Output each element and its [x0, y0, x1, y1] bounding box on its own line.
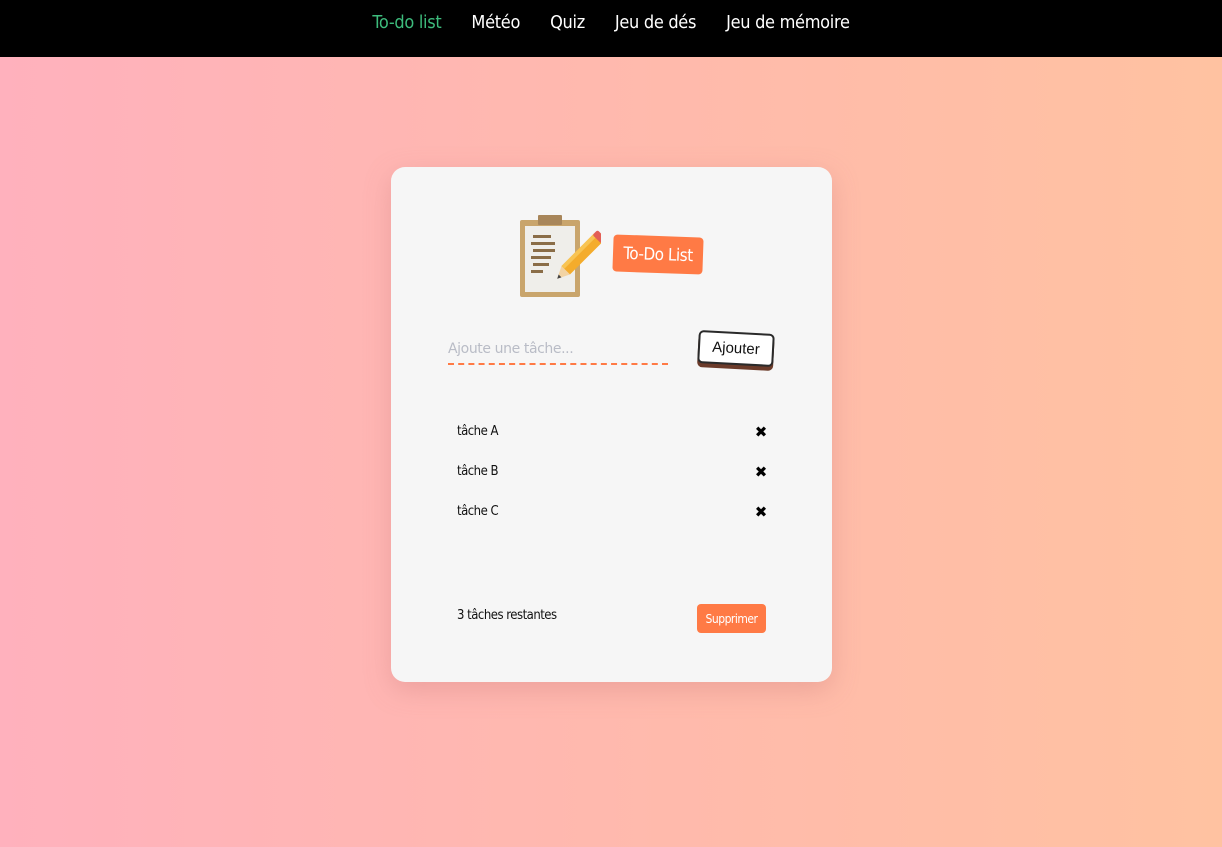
delete-task-icon[interactable]: ✖ — [751, 421, 771, 443]
nav-menu: To-do list Météo Quiz Jeu de dés Jeu de … — [0, 12, 1222, 33]
todo-card: To-Do List Ajouter tâche A ✖ tâche B ✖ t… — [391, 167, 832, 682]
app-title-badge: To-Do List — [612, 234, 704, 275]
clear-tasks-button[interactable]: Supprimer — [697, 604, 766, 633]
task-label[interactable]: tâche C — [457, 504, 499, 519]
task-label[interactable]: tâche B — [457, 464, 499, 479]
nav-item-todo: To-do list — [372, 12, 441, 33]
nav-link-todo-list[interactable]: To-do list — [372, 12, 441, 33]
task-item: tâche A ✖ — [457, 421, 771, 461]
task-label[interactable]: tâche A — [457, 424, 499, 439]
nav-item-meteo: Météo — [471, 12, 520, 33]
task-list: tâche A ✖ tâche B ✖ tâche C ✖ — [457, 421, 771, 541]
task-item: tâche B ✖ — [457, 461, 771, 501]
nav-item-quiz: Quiz — [550, 12, 585, 33]
remaining-tasks-count: 3 tâches restantes — [457, 608, 557, 623]
clipboard-pencil-icon — [520, 215, 601, 297]
new-task-input[interactable] — [448, 335, 668, 365]
delete-task-icon[interactable]: ✖ — [751, 501, 771, 523]
nav-link-dice-game[interactable]: Jeu de dés — [615, 12, 697, 33]
task-item: tâche C ✖ — [457, 501, 771, 541]
nav-item-memory: Jeu de mémoire — [726, 12, 850, 33]
delete-task-icon[interactable]: ✖ — [751, 461, 771, 483]
nav-link-quiz[interactable]: Quiz — [550, 12, 585, 33]
nav-item-dice: Jeu de dés — [615, 12, 697, 33]
nav-link-memory-game[interactable]: Jeu de mémoire — [726, 12, 850, 33]
nav-link-meteo[interactable]: Météo — [471, 12, 520, 33]
add-task-button[interactable]: Ajouter — [697, 330, 775, 367]
top-navigation-bar: To-do list Météo Quiz Jeu de dés Jeu de … — [0, 0, 1222, 57]
